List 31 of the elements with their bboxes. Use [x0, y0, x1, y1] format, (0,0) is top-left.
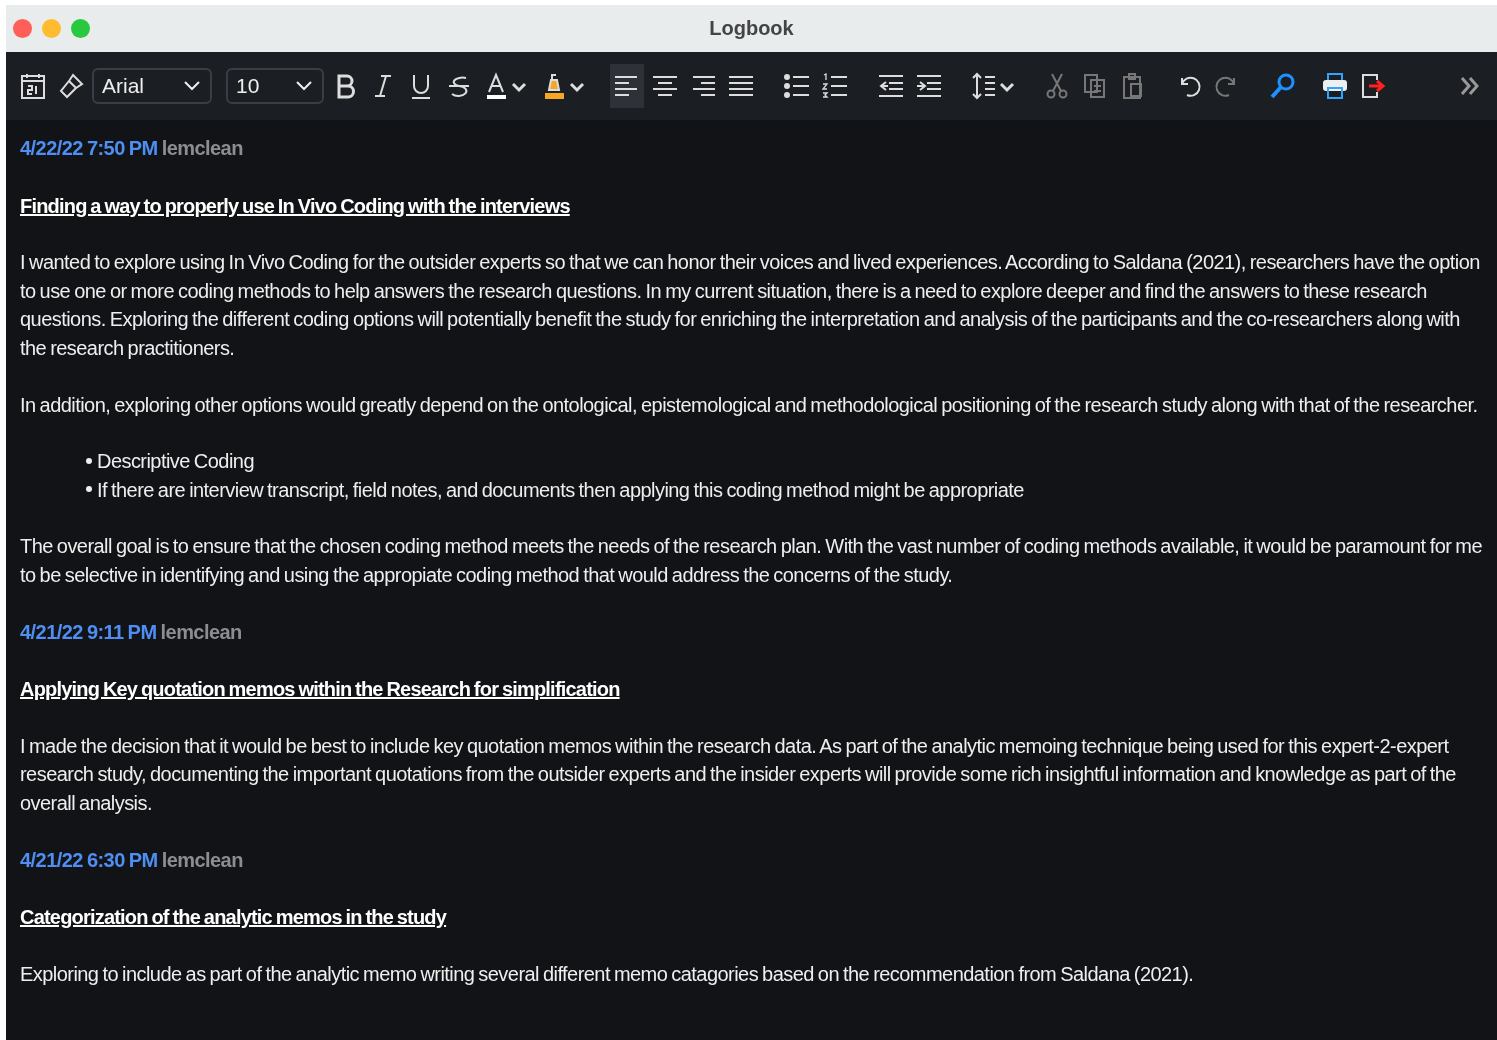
- entry-paragraph: The overall goal is to ensure that the chosen coding method meets the needs of the research plan. With the vast number of coding methods available, it would be paramount for me to be selective in identifying and using the appropiate coding method that would address the concerns of the study.: [20, 534, 1483, 588]
- outdent-icon: [877, 72, 905, 100]
- entry-title: Categorization of the analytic memos in the study: [20, 905, 448, 931]
- entry-paragraph: I wanted to explore using In Vivo Coding for the outsider experts so that we can honor their voices and lived experiences. According to Saldana (2021), researchers have the option to use one or more coding methods to help answers the research questions. In my current situation, there is a need to explore deeper and find the answers to these research questions. Exploring the different coding options will potentially benefit the study for enriching the interpretation and analysis of the participants and the co-researchers along with the research practitioners.: [20, 250, 1481, 361]
- entry-title: Applying Key quotation memos within the Research for simplification: [20, 677, 621, 703]
- entry-paragraph: Exploring to include as part of the analytic memo writing several different memo catagories based on the recommendation from Saldana (2021).: [20, 961, 1195, 987]
- font-size-dropdown[interactable]: 10: [226, 68, 324, 104]
- window-title: Logbook: [709, 17, 794, 40]
- bullet-item: If there are interview transcript, field notes, and documents then applying this coding method might be appropriate: [97, 478, 1024, 501]
- indent-icon: [915, 72, 943, 100]
- bullet-list-icon: [783, 72, 811, 100]
- entry-timestamp: 4/21/22 6:30 PM: [20, 848, 158, 871]
- entry-author: lemclean: [161, 848, 243, 871]
- entry-title: Finding a way to properly use In Vivo Coding with the interviews: [20, 193, 571, 219]
- alignment-button[interactable]: [610, 64, 644, 108]
- bullet-icon: [86, 486, 92, 493]
- close-button[interactable]: [13, 19, 32, 38]
- search-icon: [1269, 72, 1297, 100]
- entry-paragraph: In addition, exploring other options would greatly depend on the ontological, epistemological and methodological positioning of the research study along with that of the researcher.: [20, 392, 1479, 418]
- calendar-icon: [19, 72, 47, 100]
- entry-paragraph: I made the decision that it would be best to include key quotation memos within the research data. As part of the analytic memoing technique being used for this expert-2-expert research study, documenting the important quotations from the outsider experts and the insider experts will provide some rich insightful information and knowledge as part of the overall analysis.: [20, 733, 1457, 816]
- numbered-list-icon: [821, 72, 849, 100]
- bullet-item: Descriptive Coding: [97, 450, 254, 473]
- printer-icon: [1321, 72, 1349, 100]
- bullet-icon: [86, 457, 92, 464]
- entry-timestamp: 4/22/22 7:50 PM: [20, 137, 158, 159]
- entry-author: lemclean: [160, 620, 242, 643]
- entry-timestamp: 4/21/22 9:11 PM: [20, 620, 157, 643]
- font-dropdown[interactable]: Arial: [92, 68, 212, 104]
- entry-author: lemclean: [161, 137, 243, 159]
- exit-arrow-icon: [1359, 72, 1387, 100]
